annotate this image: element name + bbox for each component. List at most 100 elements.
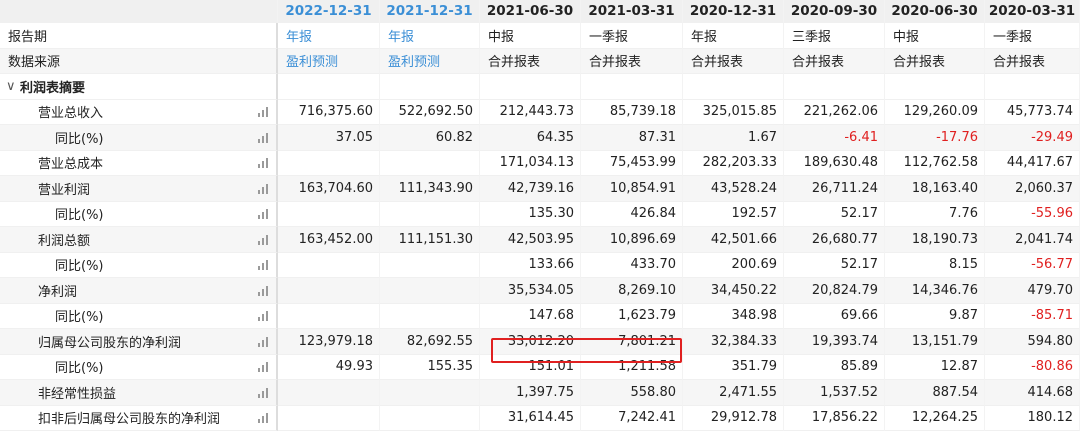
bar-chart-icon-bar	[258, 189, 260, 194]
row-label-text: 营业利润	[38, 182, 91, 198]
table-cell: 85.89	[784, 354, 885, 380]
section-header[interactable]: ∨ 利润表摘要	[0, 74, 278, 100]
bar-chart-icon-bar	[262, 263, 264, 271]
row-label-text: 同比(%)	[55, 208, 104, 224]
table-cell: 7,801.21	[581, 329, 683, 355]
column-header-date[interactable]: 2021-12-31	[380, 0, 480, 23]
table-cell: 1,623.79	[581, 303, 683, 329]
table-cell: 34,450.22	[683, 278, 784, 304]
table-cell: 111,343.90	[380, 176, 480, 202]
table-cell: -17.76	[885, 125, 985, 151]
bar-chart-icon-bar	[258, 291, 260, 296]
bar-chart-icon-bar	[266, 260, 268, 271]
column-header-date[interactable]: 2021-03-31	[581, 0, 683, 23]
empty-cell	[380, 74, 480, 100]
bar-chart-icon[interactable]	[258, 259, 268, 271]
row-label: 利润总额	[0, 227, 278, 253]
bar-chart-icon-bar	[258, 342, 260, 347]
row-label: 净利润	[0, 278, 278, 304]
bar-chart-icon-bar	[266, 362, 268, 373]
table-cell: 716,375.60	[278, 99, 380, 125]
data-source-row-value[interactable]: 盈利预测	[380, 48, 480, 74]
bar-chart-icon[interactable]	[258, 106, 268, 118]
bar-chart-icon-bar	[258, 266, 260, 271]
table-cell: 129,260.09	[885, 99, 985, 125]
bar-chart-icon[interactable]	[258, 234, 268, 245]
bar-chart-icon-bar	[262, 212, 264, 220]
table-cell: 64.35	[480, 125, 581, 151]
table-cell: -55.96	[985, 201, 1080, 227]
bar-chart-icon-bar	[266, 234, 268, 245]
data-source-row-value: 合并报表	[480, 48, 581, 74]
row-label: 归属母公司股东的净利润	[0, 329, 278, 355]
data-source-row-value[interactable]: 盈利预测	[278, 48, 380, 74]
bar-chart-icon[interactable]	[258, 387, 268, 398]
bar-chart-icon[interactable]	[258, 208, 268, 220]
row-label: 同比(%)	[0, 201, 278, 227]
table-cell: 8,269.10	[581, 278, 683, 304]
table-cell: 111,151.30	[380, 227, 480, 253]
bar-chart-icon-bar	[266, 107, 268, 118]
report-period-row-value: 一季报	[985, 23, 1080, 49]
column-header-date[interactable]: 2020-09-30	[784, 0, 885, 23]
bar-chart-icon-bar	[258, 317, 260, 322]
bar-chart-icon[interactable]	[258, 183, 268, 194]
table-cell: 17,856.22	[784, 405, 885, 431]
table-cell	[278, 252, 380, 278]
bar-chart-icon-bar	[262, 314, 264, 322]
table-cell	[380, 252, 480, 278]
row-label-text: 同比(%)	[55, 259, 104, 275]
table-cell: 75,453.99	[581, 150, 683, 176]
column-header-date[interactable]: 2020-03-31	[985, 0, 1080, 23]
row-label: 营业总成本	[0, 150, 278, 176]
bar-chart-icon[interactable]	[258, 412, 268, 424]
row-label-text: 归属母公司股东的净利润	[38, 335, 182, 351]
row-label-text: 同比(%)	[55, 361, 104, 377]
table-cell: 522,692.50	[380, 99, 480, 125]
data-source-row-value: 合并报表	[985, 48, 1080, 74]
table-cell: 2,060.37	[985, 176, 1080, 202]
table-cell: 163,704.60	[278, 176, 380, 202]
table-cell	[380, 405, 480, 431]
table-cell: 42,503.95	[480, 227, 581, 253]
table-cell	[278, 303, 380, 329]
report-period-row-value: 三季报	[784, 23, 885, 49]
bar-chart-icon[interactable]	[258, 157, 268, 169]
bar-chart-icon-bar	[262, 161, 264, 169]
row-label: 营业利润	[0, 176, 278, 202]
table-cell: 12,264.25	[885, 405, 985, 431]
row-label: 同比(%)	[0, 125, 278, 151]
table-cell: 52.17	[784, 252, 885, 278]
table-cell: 52.17	[784, 201, 885, 227]
table-cell: 1.67	[683, 125, 784, 151]
table-cell: 13,151.79	[885, 329, 985, 355]
table-cell: 42,739.16	[480, 176, 581, 202]
column-header-date[interactable]: 2020-06-30	[885, 0, 985, 23]
table-cell: 221,262.06	[784, 99, 885, 125]
bar-chart-icon[interactable]	[258, 285, 268, 296]
table-cell	[278, 380, 380, 406]
column-header-date[interactable]: 2020-12-31	[683, 0, 784, 23]
row-label: 非经常性损益	[0, 380, 278, 406]
row-label-text: 利润总额	[38, 233, 91, 249]
table-cell: 35,534.05	[480, 278, 581, 304]
bar-chart-icon-bar	[266, 132, 268, 143]
bar-chart-icon[interactable]	[258, 336, 268, 347]
table-cell: -56.77	[985, 252, 1080, 278]
report-period-row-value[interactable]: 年报	[278, 23, 380, 49]
table-cell: 26,711.24	[784, 176, 885, 202]
bar-chart-icon-bar	[262, 110, 264, 118]
bar-chart-icon-bar	[258, 240, 260, 245]
table-cell: 85,739.18	[581, 99, 683, 125]
row-label: 同比(%)	[0, 354, 278, 380]
column-header-date[interactable]: 2022-12-31	[278, 0, 380, 23]
table-cell: 69.66	[784, 303, 885, 329]
empty-cell	[480, 74, 581, 100]
bar-chart-icon[interactable]	[258, 361, 268, 373]
chevron-down-icon[interactable]: ∨	[6, 79, 20, 94]
report-period-row-value: 一季报	[581, 23, 683, 49]
bar-chart-icon[interactable]	[258, 310, 268, 322]
column-header-date[interactable]: 2021-06-30	[480, 0, 581, 23]
bar-chart-icon[interactable]	[258, 132, 268, 143]
report-period-row-value[interactable]: 年报	[380, 23, 480, 49]
